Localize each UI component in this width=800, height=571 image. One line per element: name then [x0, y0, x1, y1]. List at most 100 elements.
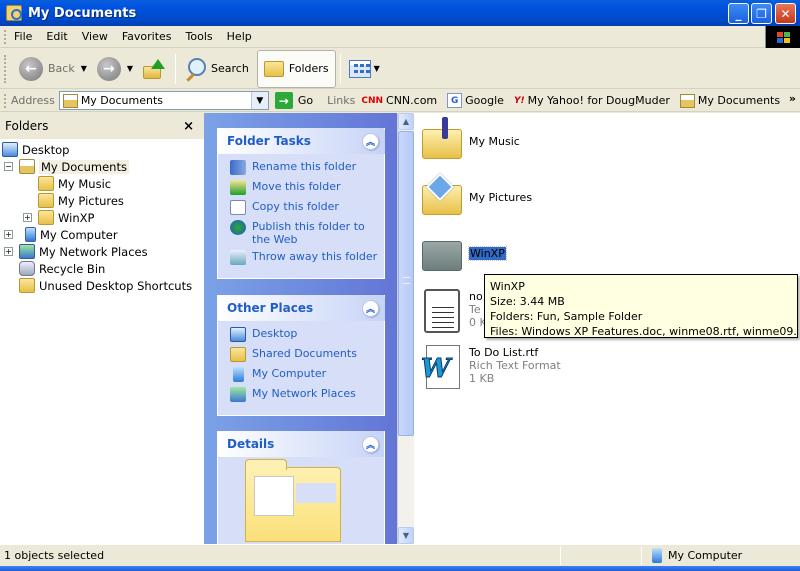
- expand-expander[interactable]: +: [23, 213, 32, 222]
- collapse-chevron-icon[interactable]: ︽: [362, 435, 379, 453]
- minimize-button[interactable]: _: [728, 3, 749, 24]
- tree-node-my-computer[interactable]: + My Computer: [0, 226, 204, 243]
- tree-node-my-music[interactable]: My Music: [0, 175, 204, 192]
- views-button[interactable]: ▼: [345, 51, 384, 87]
- place-my-network-places[interactable]: My Network Places: [230, 387, 384, 407]
- details-panel: Details ︽: [217, 431, 385, 544]
- link-my-yahoo[interactable]: Y! My Yahoo! for DougMuder: [514, 94, 670, 107]
- menu-edit[interactable]: Edit: [39, 30, 74, 43]
- tree-node-my-pictures[interactable]: My Pictures: [0, 192, 204, 209]
- folder-icon: [230, 347, 246, 362]
- tree-node-unused-desktop-shortcuts[interactable]: Unused Desktop Shortcuts: [0, 277, 204, 294]
- folder-info-tooltip: WinXP Size: 3.44 MB Folders: Fun, Sample…: [484, 274, 798, 338]
- tree-node-desktop[interactable]: Desktop: [0, 141, 204, 158]
- link-my-documents[interactable]: My Documents: [679, 93, 781, 108]
- toolbar-grip[interactable]: [4, 54, 7, 83]
- folder-icon: [38, 210, 54, 225]
- thumbnail-tree-preview: [254, 476, 294, 516]
- details-header[interactable]: Details ︽: [218, 431, 384, 457]
- my-computer-icon: [233, 367, 244, 382]
- notepad-file-icon: [420, 287, 464, 333]
- back-dropdown-icon[interactable]: ▼: [81, 64, 87, 73]
- menu-favorites[interactable]: Favorites: [115, 30, 179, 43]
- scroll-up-button[interactable]: ▲: [398, 113, 414, 130]
- expand-expander[interactable]: +: [4, 230, 13, 239]
- folder-up-icon: [143, 58, 166, 79]
- task-pane-scrollbar[interactable]: ▲ ▼: [397, 113, 414, 544]
- link-label: My Documents: [697, 94, 781, 107]
- up-folder-button[interactable]: [139, 51, 171, 87]
- menu-view[interactable]: View: [75, 30, 115, 43]
- file-item-notes[interactable]: no Te 0 K: [420, 287, 487, 333]
- task-publish-folder[interactable]: Publish this folder to the Web: [230, 220, 384, 250]
- my-computer-icon: [25, 227, 36, 242]
- task-delete-folder[interactable]: Throw away this folder: [230, 250, 384, 270]
- back-button[interactable]: ← Back: [15, 51, 79, 87]
- place-shared-documents[interactable]: Shared Documents: [230, 347, 384, 367]
- collapse-expander[interactable]: −: [4, 162, 13, 171]
- folders-button[interactable]: Folders: [256, 49, 336, 88]
- wordpad-file-icon: W: [420, 343, 464, 389]
- place-label: My Network Places: [252, 387, 356, 400]
- folders-pane-title: Folders: [5, 119, 49, 133]
- link-label: Google: [465, 94, 504, 107]
- folders-label: Folders: [288, 62, 329, 75]
- file-item-my-pictures[interactable]: My Pictures: [420, 172, 533, 219]
- tree-node-my-documents[interactable]: − My Documents: [0, 158, 204, 175]
- my-documents-icon: [62, 93, 78, 108]
- expand-expander[interactable]: +: [4, 247, 13, 256]
- my-pictures-folder-icon: [38, 193, 54, 208]
- search-button[interactable]: Search: [180, 51, 253, 87]
- address-grip[interactable]: [4, 93, 7, 108]
- tree-node-recycle-bin[interactable]: Recycle Bin: [0, 260, 204, 277]
- menu-tools[interactable]: Tools: [179, 30, 220, 43]
- menu-file[interactable]: File: [7, 30, 39, 43]
- tree-label: My Documents: [39, 159, 129, 174]
- link-cnn[interactable]: CNN CNN.com: [361, 94, 437, 107]
- back-label: Back: [48, 62, 75, 75]
- links-more-chevron[interactable]: »: [789, 92, 796, 105]
- place-my-computer[interactable]: My Computer: [230, 367, 384, 387]
- title-bar[interactable]: My Documents _ ❐ ✕: [0, 0, 800, 26]
- link-google[interactable]: G Google: [447, 93, 504, 108]
- search-icon: [184, 57, 207, 80]
- thumbnail-folder-preview: [296, 483, 336, 503]
- folder-icon: [420, 231, 464, 275]
- forward-button[interactable]: →: [93, 51, 125, 87]
- scroll-thumb[interactable]: [398, 131, 414, 436]
- tree-label: My Pictures: [58, 193, 124, 208]
- file-type: Rich Text Format: [469, 358, 561, 372]
- my-documents-window-icon: [6, 5, 22, 21]
- task-rename-folder[interactable]: Rename this folder: [230, 160, 384, 180]
- menu-help[interactable]: Help: [220, 30, 259, 43]
- collapse-chevron-icon[interactable]: ︽: [362, 132, 379, 150]
- go-label: Go: [297, 94, 314, 107]
- my-documents-icon: [679, 93, 695, 108]
- close-folders-pane-button[interactable]: ×: [183, 119, 194, 134]
- file-item-my-music[interactable]: My Music: [420, 117, 520, 163]
- tree-node-my-network-places[interactable]: + My Network Places: [0, 243, 204, 260]
- tree-label: My Computer: [40, 227, 118, 242]
- folder-icon: [19, 278, 35, 293]
- file-name: My Pictures: [469, 190, 533, 204]
- views-dropdown-icon: ▼: [373, 64, 380, 73]
- close-button[interactable]: ✕: [775, 3, 796, 24]
- place-desktop[interactable]: Desktop: [230, 327, 384, 347]
- tree-node-winxp[interactable]: + WinXP: [0, 209, 204, 226]
- file-item-winxp[interactable]: WinXP: [420, 231, 507, 275]
- forward-dropdown-icon[interactable]: ▼: [127, 64, 133, 73]
- scroll-down-button[interactable]: ▼: [398, 527, 414, 544]
- collapse-chevron-icon[interactable]: ︽: [362, 299, 379, 317]
- links-bar: Links CNN CNN.com G Google Y! My Yahoo! …: [327, 93, 790, 108]
- folder-tasks-panel: Folder Tasks ︽ Rename this folder Move t…: [217, 128, 385, 279]
- file-item-to-do-list[interactable]: W To Do List.rtf Rich Text Format 1 KB: [420, 343, 561, 389]
- recycle-bin-icon: [19, 261, 35, 276]
- task-copy-folder[interactable]: Copy this folder: [230, 200, 384, 220]
- task-move-folder[interactable]: Move this folder: [230, 180, 384, 200]
- restore-button[interactable]: ❐: [751, 3, 772, 24]
- address-dropdown-button[interactable]: ▼: [250, 92, 268, 109]
- go-button[interactable]: → Go: [274, 92, 314, 109]
- other-places-header[interactable]: Other Places ︽: [217, 295, 385, 321]
- address-input[interactable]: My Documents ▼: [58, 91, 269, 110]
- folder-tasks-header[interactable]: Folder Tasks ︽: [217, 128, 385, 154]
